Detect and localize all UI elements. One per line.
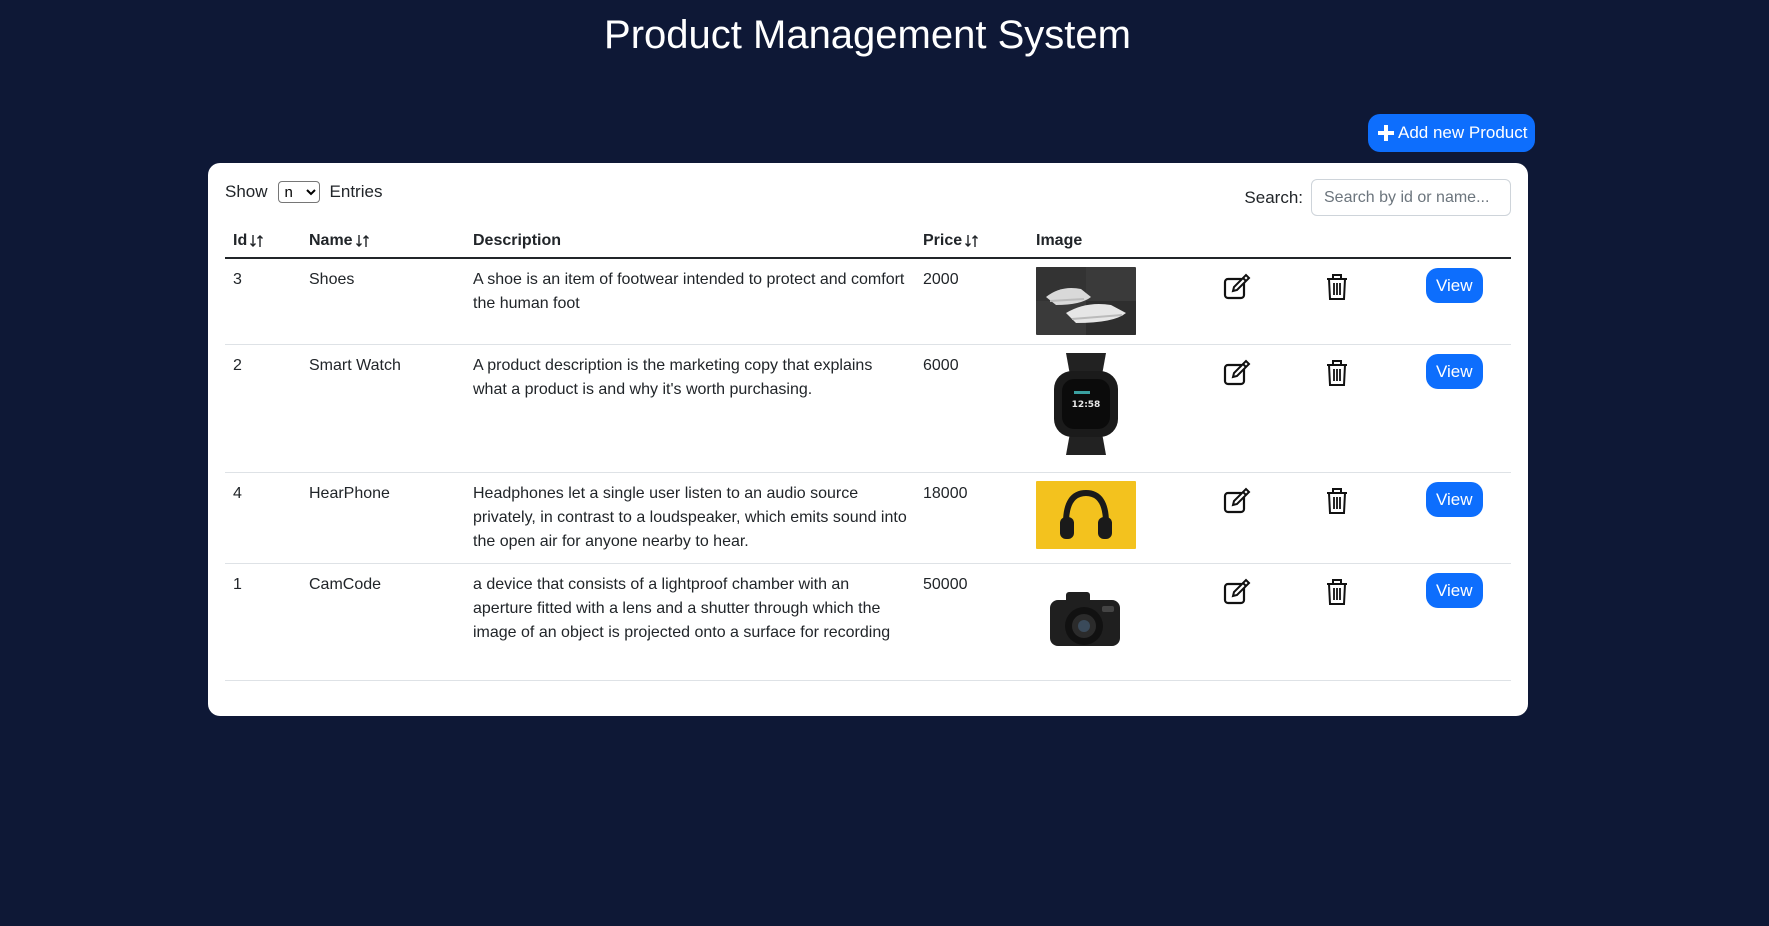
cell-price: 2000 — [915, 258, 1028, 345]
column-header-image: Image — [1028, 225, 1214, 259]
sort-icon — [965, 234, 979, 247]
cell-name: HearPhone — [301, 472, 465, 564]
add-product-label: Add new Product — [1398, 123, 1528, 142]
column-header-view — [1418, 225, 1511, 259]
edit-icon[interactable] — [1222, 272, 1252, 310]
column-header-edit — [1214, 225, 1316, 259]
trash-icon[interactable] — [1324, 272, 1350, 310]
products-table: Id Name Description Price Image 3 Shoes … — [225, 225, 1511, 681]
sort-icon — [355, 234, 369, 247]
cell-image — [1028, 563, 1214, 681]
svg-text:12:58: 12:58 — [1072, 400, 1101, 410]
cell-name: CamCode — [301, 563, 465, 681]
cell-id: 2 — [225, 344, 301, 473]
plus-icon — [1378, 125, 1394, 141]
view-button[interactable]: View — [1426, 482, 1483, 517]
shoes-image — [1036, 267, 1136, 335]
table-header-row: Id Name Description Price Image — [225, 225, 1511, 259]
cell-delete — [1316, 258, 1418, 345]
cell-view: View — [1418, 258, 1511, 345]
cell-price: 50000 — [915, 563, 1028, 681]
cell-view: View — [1418, 344, 1511, 473]
cell-edit — [1214, 563, 1316, 681]
view-button[interactable]: View — [1426, 268, 1483, 303]
cell-description: Headphones let a single user listen to a… — [465, 472, 915, 564]
trash-icon[interactable] — [1324, 577, 1350, 615]
cell-view: View — [1418, 563, 1511, 681]
cell-image: 12:58 — [1028, 344, 1214, 473]
page-title: Product Management System — [604, 13, 1131, 57]
edit-icon[interactable] — [1222, 577, 1252, 615]
table-row: 4 HearPhone Headphones let a single user… — [225, 472, 1511, 564]
column-header-id[interactable]: Id — [225, 225, 301, 259]
cell-name: Smart Watch — [301, 344, 465, 473]
edit-icon[interactable] — [1222, 358, 1252, 396]
edit-icon[interactable] — [1222, 486, 1252, 524]
view-button[interactable]: View — [1426, 573, 1483, 608]
search-control: Search: — [1244, 179, 1511, 216]
show-label: Show — [225, 182, 268, 201]
entries-select[interactable]: n — [277, 181, 320, 203]
cell-description: A product description is the marketing c… — [465, 344, 915, 473]
table-row: 1 CamCode a device that consists of a li… — [225, 563, 1511, 681]
sort-icon — [250, 234, 264, 247]
cell-delete — [1316, 563, 1418, 681]
column-header-description: Description — [465, 225, 915, 259]
cell-edit — [1214, 258, 1316, 345]
cell-delete — [1316, 472, 1418, 564]
search-label: Search: — [1244, 187, 1303, 207]
cell-description: A shoe is an item of footwear intended t… — [465, 258, 915, 345]
cell-image — [1028, 258, 1214, 345]
cell-id: 3 — [225, 258, 301, 345]
add-product-button[interactable]: Add new Product — [1368, 114, 1536, 152]
show-entries-control: Show n Entries — [225, 181, 382, 203]
cell-id: 1 — [225, 563, 301, 681]
products-card: Show n Entries Search: Id Name Descripti… — [208, 163, 1528, 716]
cell-delete — [1316, 344, 1418, 473]
cell-image — [1028, 472, 1214, 564]
column-header-name[interactable]: Name — [301, 225, 465, 259]
cell-edit — [1214, 344, 1316, 473]
cell-edit — [1214, 472, 1316, 564]
cell-view: View — [1418, 472, 1511, 564]
trash-icon[interactable] — [1324, 486, 1350, 524]
camera-image — [1036, 572, 1136, 662]
column-header-price[interactable]: Price — [915, 225, 1028, 259]
column-header-delete — [1316, 225, 1418, 259]
view-button[interactable]: View — [1426, 354, 1483, 389]
table-row: 2 Smart Watch A product description is t… — [225, 344, 1511, 473]
headphones-image — [1036, 481, 1136, 549]
cell-id: 4 — [225, 472, 301, 564]
cell-description: a device that consists of a lightproof c… — [465, 563, 915, 681]
cell-name: Shoes — [301, 258, 465, 345]
entries-label: Entries — [329, 182, 383, 201]
trash-icon[interactable] — [1324, 358, 1350, 396]
cell-price: 6000 — [915, 344, 1028, 473]
cell-price: 18000 — [915, 472, 1028, 564]
table-row: 3 Shoes A shoe is an item of footwear in… — [225, 258, 1511, 345]
search-input[interactable] — [1311, 179, 1511, 216]
smart-watch-image: 12:58 — [1036, 353, 1136, 455]
